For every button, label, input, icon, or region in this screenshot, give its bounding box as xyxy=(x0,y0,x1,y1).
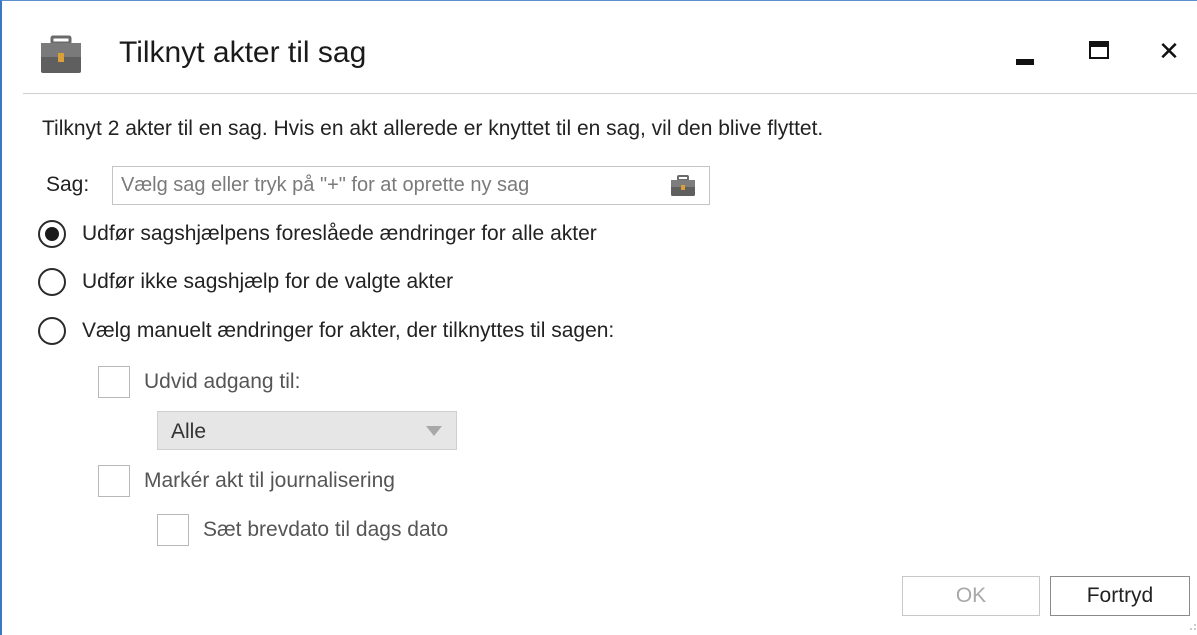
close-button[interactable]: ✕ xyxy=(1149,31,1189,71)
maximize-button[interactable] xyxy=(1079,31,1119,71)
close-icon: ✕ xyxy=(1158,36,1180,66)
dialog-title: Tilknyt akter til sag xyxy=(119,36,367,69)
sag-label: Sag: xyxy=(46,173,90,196)
brevdato-label: Sæt brevdato til dags dato xyxy=(203,518,449,541)
option-manual[interactable]: Vælg manuelt ændringer for akter, der ti… xyxy=(38,316,614,346)
chevron-down-icon xyxy=(426,426,442,436)
udvid-adgang-label: Udvid adgang til: xyxy=(144,370,301,393)
option-no-assistance[interactable]: Udfør ikke sagshjælp for de valgte akter xyxy=(38,267,453,297)
brevdato-row: Sæt brevdato til dags dato xyxy=(157,513,448,547)
radio-manual[interactable] xyxy=(38,317,66,345)
radio-apply-suggestions[interactable] xyxy=(38,220,66,248)
access-select[interactable]: Alle xyxy=(157,411,457,450)
brevdato-checkbox[interactable] xyxy=(157,514,189,546)
minimize-button[interactable] xyxy=(1005,31,1045,71)
briefcase-icon xyxy=(41,35,81,73)
sag-field xyxy=(112,166,710,205)
resize-grip-icon[interactable] xyxy=(1187,621,1197,631)
udvid-adgang-row: Udvid adgang til: xyxy=(98,365,300,399)
option-label: Udfør ikke sagshjælp for de valgte akter xyxy=(82,270,454,293)
title-bar[interactable]: Tilknyt akter til sag ✕ xyxy=(2,1,1197,93)
udvid-adgang-checkbox[interactable] xyxy=(98,366,130,398)
maximize-icon xyxy=(1089,41,1109,59)
option-apply-suggestions[interactable]: Udfør sagshjælpens foreslåede ændringer … xyxy=(38,219,597,249)
title-divider xyxy=(23,93,1197,94)
minimize-icon xyxy=(1016,59,1034,65)
journalisering-label: Markér akt til journalisering xyxy=(144,469,395,492)
cancel-button[interactable]: Fortryd xyxy=(1050,576,1190,616)
option-label: Vælg manuelt ændringer for akter, der ti… xyxy=(82,319,615,342)
access-select-value: Alle xyxy=(171,420,207,443)
briefcase-icon[interactable] xyxy=(670,175,696,197)
radio-no-assistance[interactable] xyxy=(38,268,66,296)
intro-text: Tilknyt 2 akter til en sag. Hvis en akt … xyxy=(42,117,824,140)
sag-input[interactable] xyxy=(113,167,658,204)
journalisering-row: Markér akt til journalisering xyxy=(98,464,395,498)
journalisering-checkbox[interactable] xyxy=(98,465,130,497)
option-label: Udfør sagshjælpens foreslåede ændringer … xyxy=(82,222,597,245)
ok-button[interactable]: OK xyxy=(902,576,1040,616)
dialog-window: Tilknyt akter til sag ✕ Tilknyt 2 akter … xyxy=(0,0,1197,635)
